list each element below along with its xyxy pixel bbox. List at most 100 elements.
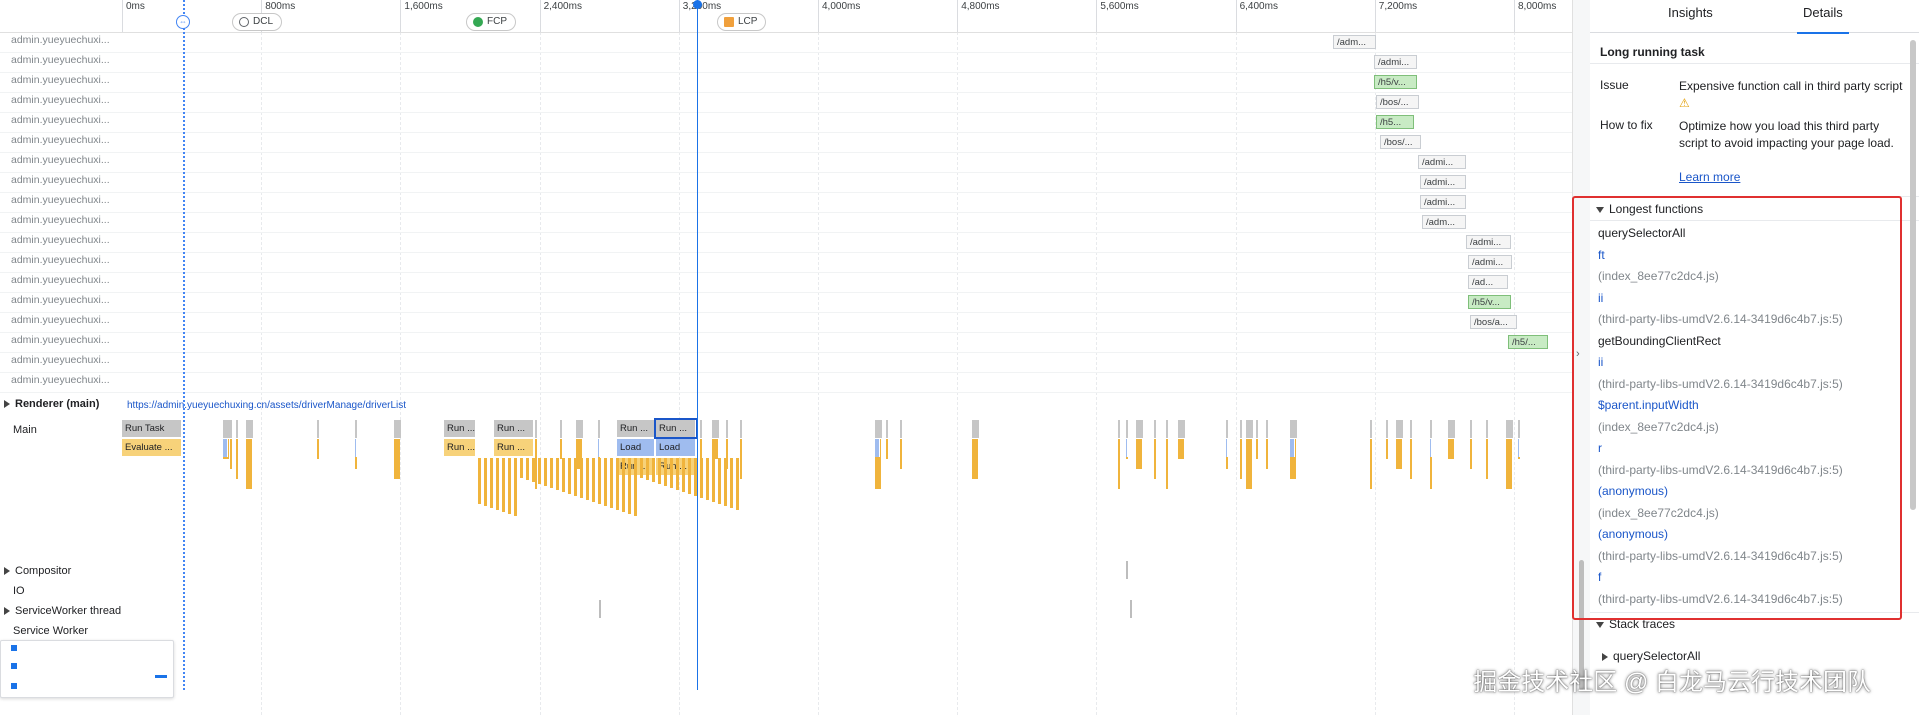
script-sliver <box>502 458 505 512</box>
function-source[interactable]: (index_8ee77c2dc4.js) <box>1598 269 1719 283</box>
ruler-tick-label: 2,400ms <box>543 1 582 12</box>
tab-details[interactable]: Details <box>1797 0 1849 34</box>
network-request-bar[interactable]: /adm... <box>1333 35 1376 49</box>
function-link[interactable]: ft <box>1598 248 1605 262</box>
network-lane-label: admin.yueyuechuxi... <box>11 354 110 366</box>
stack-trace-item[interactable]: querySelectorAll <box>1602 649 1700 663</box>
renderer-url[interactable]: https://admin.yueyuechuxing.cn/assets/dr… <box>127 400 406 411</box>
network-lane <box>0 172 1572 193</box>
network-request-bar[interactable]: /h5/v... <box>1468 295 1511 309</box>
ruler-tick: 7,200ms <box>1374 0 1417 32</box>
task-sliver <box>1470 420 1473 438</box>
task-sliver <box>726 420 729 438</box>
serviceworker-thread-track[interactable]: ServiceWorker thread <box>4 605 121 617</box>
function-link[interactable]: r <box>1598 441 1602 455</box>
panel-scrollbar[interactable] <box>1910 40 1916 510</box>
panel-splitter[interactable]: › <box>1572 0 1591 715</box>
expand-triangle-icon[interactable] <box>4 567 10 576</box>
flame-bar[interactable]: Load <box>656 439 696 456</box>
function-link[interactable]: (anonymous) <box>1598 484 1668 498</box>
network-request-bar[interactable]: /bos/... <box>1376 95 1419 109</box>
expand-triangle-icon[interactable] <box>4 400 10 409</box>
network-request-bar[interactable]: /ad... <box>1468 275 1508 289</box>
network-lane <box>0 112 1572 133</box>
network-request-bar[interactable]: /admi... <box>1468 255 1512 269</box>
howto-value: Optimize how you load this third party s… <box>1679 119 1894 150</box>
script-sliver <box>1154 439 1156 479</box>
flame-bar[interactable]: Run ... <box>494 439 534 456</box>
thumbnail-preview[interactable] <box>0 640 174 698</box>
renderer-main-track-header[interactable]: Renderer (main) <box>4 398 99 410</box>
flame-bar[interactable]: Run ... <box>444 420 476 437</box>
function-link[interactable]: ii <box>1598 291 1603 305</box>
collapse-triangle-icon[interactable] <box>1596 206 1604 213</box>
sw-mark <box>1130 600 1132 618</box>
load-sliver <box>1126 439 1128 457</box>
network-request-bar[interactable]: /admi... <box>1374 55 1417 69</box>
script-sliver <box>1386 439 1388 459</box>
cursor-handle-icon[interactable] <box>693 0 702 9</box>
function-source[interactable]: (third-party-libs-umdV2.6.14-3419d6c4b7.… <box>1598 549 1843 563</box>
script-sliver <box>1178 439 1184 459</box>
function-source[interactable]: (index_8ee77c2dc4.js) <box>1598 420 1719 434</box>
flame-bar[interactable]: Run ... <box>617 420 655 437</box>
function-link[interactable]: $parent.inputWidth <box>1598 398 1699 412</box>
flame-bar[interactable]: Run ... <box>444 439 476 456</box>
longest-functions-header[interactable]: Longest functions <box>1596 202 1703 216</box>
network-request-bar[interactable]: /h5... <box>1376 115 1414 129</box>
network-lane-label: admin.yueyuechuxi... <box>11 54 110 66</box>
timeline-area[interactable]: 0ms 800ms 1,600ms 2,400ms 3,200ms 4,000ms 4,80… <box>0 0 1572 715</box>
function-link[interactable]: f <box>1598 570 1601 584</box>
link-icon[interactable]: ⇔ <box>176 15 190 29</box>
network-lane-label: admin.yueyuechuxi... <box>11 194 110 206</box>
network-request-bar[interactable]: /admi... <box>1420 195 1466 209</box>
flame-bar[interactable]: Run Task <box>122 420 182 437</box>
details-panel: Insights Details Long running task Issue… <box>1590 0 1919 715</box>
expand-triangle-icon[interactable] <box>4 607 10 616</box>
network-request-bar[interactable]: /h5/v... <box>1374 75 1417 89</box>
network-request-bar[interactable]: /admi... <box>1418 155 1466 169</box>
stack-traces-header[interactable]: Stack traces <box>1596 617 1675 631</box>
flame-bar[interactable]: Run ... <box>494 420 534 437</box>
expand-triangle-icon[interactable] <box>1602 652 1608 661</box>
task-sliver <box>1166 420 1169 438</box>
network-request-bar[interactable]: /admi... <box>1420 175 1466 189</box>
flame-bar[interactable]: Load <box>617 439 655 456</box>
network-request-bar[interactable]: /adm... <box>1422 215 1466 229</box>
compositor-track[interactable]: Compositor <box>4 565 71 577</box>
dcl-label: DCL <box>253 16 274 27</box>
function-source[interactable]: (third-party-libs-umdV2.6.14-3419d6c4b7.… <box>1598 377 1843 391</box>
script-sliver <box>1118 439 1120 489</box>
network-request-bar[interactable]: /bos/a... <box>1470 315 1517 329</box>
network-request-bar[interactable]: /admi... <box>1466 235 1511 249</box>
task-sliver <box>535 420 538 438</box>
learn-more-link[interactable]: Learn more <box>1679 170 1740 184</box>
lcp-marker[interactable]: LCP <box>717 13 767 31</box>
collapse-triangle-icon[interactable] <box>1596 621 1604 628</box>
function-link[interactable]: (anonymous) <box>1598 527 1668 541</box>
thumb-square-icon <box>11 683 17 689</box>
time-ruler[interactable]: 0ms 800ms 1,600ms 2,400ms 3,200ms 4,000ms 4,80… <box>0 0 1572 33</box>
chevron-right-icon[interactable]: › <box>1576 348 1580 360</box>
io-track[interactable]: IO <box>13 585 25 597</box>
network-lane <box>0 292 1572 313</box>
fcp-dot-icon <box>473 17 483 27</box>
function-source[interactable]: (third-party-libs-umdV2.6.14-3419d6c4b7.… <box>1598 312 1843 326</box>
function-source[interactable]: (third-party-libs-umdV2.6.14-3419d6c4b7.… <box>1598 463 1843 477</box>
script-sliver <box>508 458 511 514</box>
function-link[interactable]: ii <box>1598 355 1603 369</box>
fcp-marker[interactable]: FCP <box>466 13 516 31</box>
network-lane <box>0 232 1572 253</box>
dcl-marker[interactable]: DCL <box>232 13 283 31</box>
network-lane <box>0 52 1572 73</box>
network-request-bar[interactable]: /h5/... <box>1508 335 1548 349</box>
tab-insights[interactable]: Insights <box>1668 0 1713 32</box>
function-source[interactable]: (third-party-libs-umdV2.6.14-3419d6c4b7.… <box>1598 592 1843 606</box>
flame-bar[interactable]: Run ... <box>654 418 698 439</box>
flame-bar[interactable]: Evaluate ... <box>122 439 182 456</box>
service-worker-track[interactable]: Service Worker <box>13 625 88 637</box>
function-source[interactable]: (index_8ee77c2dc4.js) <box>1598 506 1719 520</box>
task-sliver <box>394 420 402 438</box>
network-request-bar[interactable]: /bos/... <box>1380 135 1421 149</box>
script-sliver <box>538 458 541 484</box>
